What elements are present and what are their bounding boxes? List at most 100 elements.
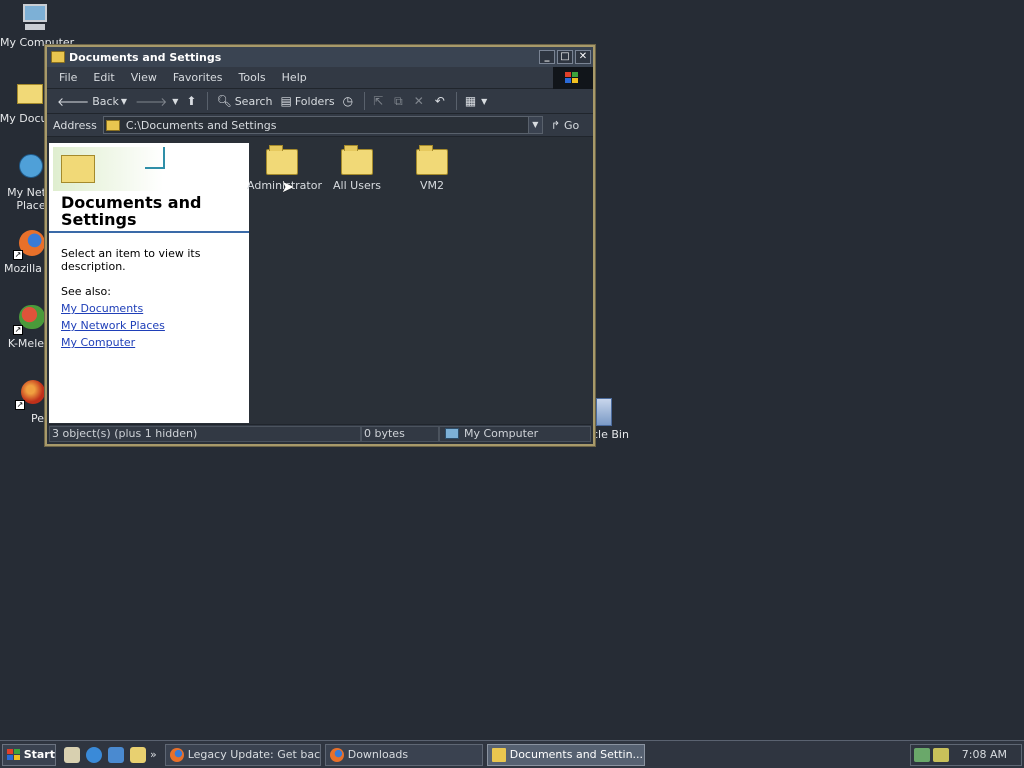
forward-arrow-icon: 🡒 — [135, 94, 168, 109]
views-button[interactable]: ▦ ▼ — [461, 90, 492, 112]
network-globe-icon — [13, 152, 45, 184]
folders-icon: ▤ — [280, 94, 292, 108]
desktop-icon-label: cle Bin — [592, 428, 629, 441]
up-folder-icon: ⬆ — [186, 94, 197, 108]
link-my-network-places[interactable]: My Network Places — [61, 319, 237, 332]
status-bar: 3 object(s) (plus 1 hidden) 0 bytes My C… — [49, 424, 591, 442]
volume-tray-icon[interactable] — [933, 747, 949, 762]
back-button[interactable]: 🡐 Back ▼ — [53, 90, 131, 112]
menu-edit[interactable]: Edit — [85, 71, 122, 84]
computer-icon — [19, 2, 51, 34]
menu-file[interactable]: File — [51, 71, 85, 84]
pegasus-icon: ↗ — [15, 378, 47, 410]
quick-launch: » — [64, 746, 161, 763]
clock[interactable]: 7:08 AM — [962, 748, 1007, 761]
large-folder-icon — [61, 155, 95, 183]
title-bar[interactable]: Documents and Settings _ □ ✕ — [47, 47, 593, 67]
status-object-count: 3 object(s) (plus 1 hidden) — [49, 425, 361, 442]
network-tray-icon[interactable] — [914, 747, 930, 762]
minimize-button[interactable]: _ — [539, 50, 555, 64]
taskbar: Start » Legacy Update: Get back ... Down… — [0, 740, 1024, 768]
delete-button[interactable]: ✕ — [410, 90, 431, 112]
menu-view[interactable]: View — [123, 71, 165, 84]
outlook-express-icon[interactable] — [108, 746, 124, 763]
windows-logo-icon — [7, 748, 20, 761]
copy-to-icon: ⧉ — [394, 93, 403, 108]
shortcut-arrow-icon: ↗ — [13, 325, 23, 335]
chevron-down-icon: ▼ — [120, 96, 128, 106]
task-pane-body: Select an item to view its description. … — [49, 233, 249, 367]
desktop-icon-my-computer[interactable]: My Computer — [0, 2, 74, 49]
taskbar-item-documents-and-settings[interactable]: Documents and Settin... — [486, 743, 645, 766]
mouse-cursor-icon: ➤ — [281, 177, 295, 196]
windows-logo-icon — [553, 66, 593, 89]
computer-icon — [445, 428, 459, 439]
back-arrow-icon: 🡐 — [57, 94, 90, 109]
toolbar-separator — [364, 92, 366, 110]
status-size: 0 bytes — [361, 425, 439, 442]
folder-icon — [491, 747, 506, 762]
go-button[interactable]: ↱ Go — [551, 119, 579, 132]
start-label: Start — [23, 748, 55, 761]
taskbar-item-legacy-update[interactable]: Legacy Update: Get back ... — [164, 743, 321, 766]
window-title: Documents and Settings — [69, 50, 222, 64]
address-input[interactable]: C:\Documents and Settings ▼ — [102, 116, 543, 134]
folder-item-label: VM2 — [419, 179, 444, 192]
back-label: Back — [92, 94, 119, 108]
up-folder-button[interactable]: ⬆ — [182, 90, 203, 112]
link-my-documents[interactable]: My Documents — [61, 302, 237, 315]
task-pane-header: Documents and Settings — [49, 143, 249, 233]
undo-button[interactable]: ↶ — [431, 90, 452, 112]
system-tray: 7:08 AM — [910, 743, 1022, 766]
address-label: Address — [53, 118, 97, 132]
chevron-down-icon: ▼ — [481, 96, 488, 106]
file-list: Administrator All Users VM2 ➤ — [247, 143, 591, 423]
history-icon: ◷ — [342, 94, 354, 108]
internet-explorer-icon[interactable] — [86, 746, 102, 763]
forward-button[interactable]: 🡒 ▼ — [131, 90, 182, 112]
header-art-accent — [145, 147, 165, 169]
folder-icon — [266, 145, 298, 175]
menu-favorites[interactable]: Favorites — [165, 71, 231, 84]
status-zone-label: My Computer — [464, 427, 539, 440]
folders-button[interactable]: ▤ Folders — [277, 90, 339, 112]
maximize-button[interactable]: □ — [557, 50, 573, 64]
history-button[interactable]: ◷ — [339, 90, 360, 112]
menu-tools[interactable]: Tools — [231, 71, 274, 84]
content-area: Documents and Settings Select an item to… — [49, 143, 591, 423]
quick-launch-more-button[interactable]: » — [150, 748, 157, 761]
desktop-icon-recycle-bin[interactable]: cle Bin — [592, 398, 632, 441]
see-also-label: See also: — [61, 285, 111, 298]
chevron-down-icon: ▼ — [172, 96, 179, 106]
task-label: Legacy Update: Get back ... — [187, 748, 321, 761]
taskbar-item-downloads[interactable]: Downloads — [324, 743, 483, 766]
firefox-icon — [169, 747, 184, 762]
search-button[interactable]: 🔍︎ Search — [212, 90, 276, 112]
start-button[interactable]: Start — [2, 743, 56, 766]
folder-item-label: All Users — [333, 179, 381, 192]
delete-x-icon: ✕ — [413, 94, 424, 108]
folder-item-all-users[interactable]: All Users — [322, 145, 392, 192]
show-desktop-icon[interactable] — [64, 746, 80, 763]
folders-label: Folders — [294, 94, 335, 108]
address-bar: Address C:\Documents and Settings ▼ ↱ Go — [47, 114, 593, 137]
explorer-window: Documents and Settings _ □ ✕ File Edit V… — [45, 45, 595, 446]
close-button[interactable]: ✕ — [575, 50, 591, 64]
folder-icon — [341, 145, 373, 175]
task-label: Downloads — [347, 748, 409, 761]
menu-help[interactable]: Help — [274, 71, 315, 84]
folder-item-vm2[interactable]: VM2 — [397, 145, 467, 192]
address-dropdown-button[interactable]: ▼ — [527, 117, 542, 133]
search-icon[interactable] — [130, 746, 146, 763]
move-to-button[interactable]: ⇱ — [369, 90, 390, 112]
folder-icon — [416, 145, 448, 175]
firefox-icon: ↗ — [13, 228, 45, 260]
copy-to-button[interactable]: ⧉ — [390, 90, 410, 112]
task-pane-title: Documents and Settings — [61, 193, 202, 229]
views-grid-icon: ▦ — [464, 94, 477, 108]
go-label: Go — [564, 118, 580, 132]
status-zone: My Computer — [439, 425, 591, 442]
documents-folder-icon — [13, 78, 45, 110]
task-pane-description: Select an item to view its description. — [61, 247, 201, 273]
link-my-computer[interactable]: My Computer — [61, 336, 237, 349]
